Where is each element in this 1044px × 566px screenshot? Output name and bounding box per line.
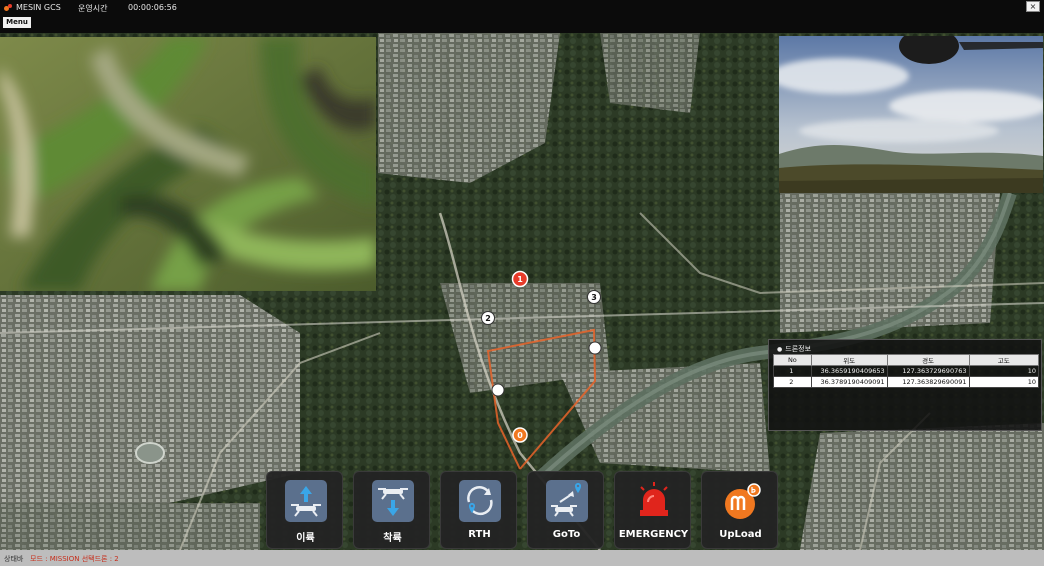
menu-button[interactable]: Menu [3,17,31,28]
landing-icon [372,480,414,522]
camera-feed-down [0,37,376,291]
cell-longitude: 127.363829690091 [886,376,970,388]
cell-longitude: 127.363729690763 [886,365,970,377]
return-home-icon [459,480,501,522]
cell-altitude: 10 [968,365,1039,377]
cell-no: 2 [773,376,812,388]
cell-latitude: 36.3789190409091 [810,376,888,388]
waypoint-marker-3[interactable]: 3 [587,290,601,304]
goto-label: GoTo [552,529,581,540]
takeoff-label: 이륙 [296,533,315,544]
horizon-view-image [779,36,1043,193]
cell-altitude: 10 [968,376,1039,388]
landing-label: 착륙 [383,533,402,544]
drone-info-table: No 위도 경도 고도 1 36.3659190409653 127.36372… [773,354,1039,388]
waypoint-label-3: 3 [591,293,597,302]
operation-time-value: 00:00:06:56 [128,3,177,12]
rth-button[interactable]: RTH [440,471,517,549]
siren-icon [633,480,675,522]
drone-info-title: 드론정보 [777,344,811,354]
column-header-longitude[interactable]: 경도 [886,354,970,366]
waypoint-marker-extra[interactable] [491,383,505,397]
drone-marker-label: 1 [517,275,523,284]
drone-marker[interactable]: 1 [511,270,529,288]
goto-icon [546,480,588,522]
upload-logo-icon [720,480,762,522]
gcs-window: MESIN GCS 운영시간 00:00:06:56 × Menu 0 2 3 … [0,0,1044,566]
close-button[interactable]: × [1026,1,1040,12]
camera-feed-front [779,36,1043,193]
status-bar-label: 상태바 [4,555,24,563]
waypoint-marker-extra-2[interactable] [588,341,602,355]
cell-no: 1 [773,365,812,377]
upload-label: UpLoad [719,529,762,540]
upload-button[interactable]: UpLoad [701,471,778,549]
waypoint-label-0: 0 [517,431,523,440]
landing-button[interactable]: 착륙 [353,471,430,549]
app-title: MESIN GCS [16,3,61,12]
takeoff-icon [285,480,327,522]
app-logo-icon [4,4,13,12]
takeoff-button[interactable]: 이륙 [266,471,343,549]
waypoint-marker-0[interactable]: 0 [512,427,528,443]
operation-time-label: 운영시간 [78,4,108,13]
action-bar: 이륙 착륙 RTH GoTo EMERGENCY UpLoad [266,471,778,549]
rth-label: RTH [468,529,491,540]
table-row-selected[interactable]: 2 36.3789190409091 127.363829690091 10 [773,376,1039,388]
status-bar: 상태바 모드 : MISSION 선택드론 : 2 [0,550,1044,566]
column-header-no[interactable]: No [773,354,812,366]
emergency-label: EMERGENCY [618,529,689,540]
column-header-latitude[interactable]: 위도 [810,354,888,366]
title-bar: MESIN GCS 운영시간 00:00:06:56 × [0,0,1044,16]
grass-closeup-image [0,37,376,291]
emergency-button[interactable]: EMERGENCY [614,471,691,549]
cell-latitude: 36.3659190409653 [810,365,888,377]
status-text: 모드 : MISSION 선택드론 : 2 [30,555,119,563]
drone-info-panel: 드론정보 No 위도 경도 고도 1 36.3659190409653 127.… [768,339,1042,431]
column-header-altitude[interactable]: 고도 [968,354,1039,366]
goto-button[interactable]: GoTo [527,471,604,549]
waypoint-marker-2[interactable]: 2 [481,311,495,325]
table-row[interactable]: 1 36.3659190409653 127.363729690763 10 [773,365,1039,377]
waypoint-label-2: 2 [485,314,491,323]
